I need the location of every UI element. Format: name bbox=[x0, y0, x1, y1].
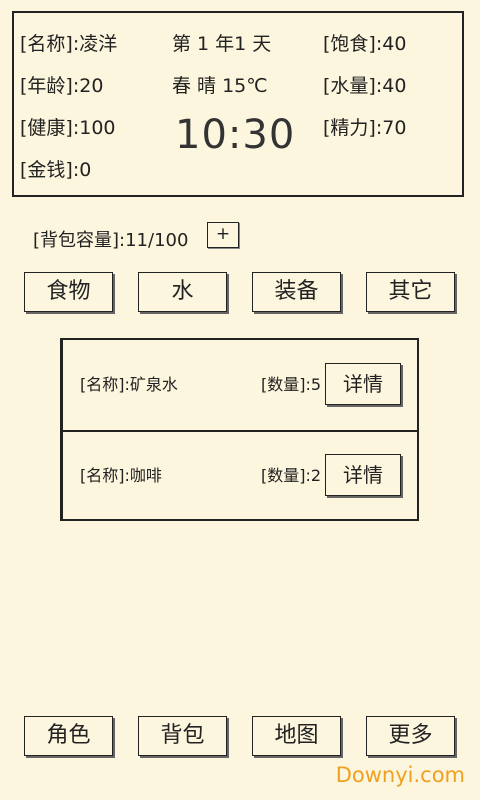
category-other-button[interactable]: 其它 bbox=[366, 272, 455, 312]
money-stat: [金钱]:0 bbox=[20, 159, 92, 181]
item-name: [名称]:矿泉水 bbox=[80, 375, 178, 394]
water-stat: [水量]:40 bbox=[323, 75, 407, 97]
nav-character-button[interactable]: 角色 bbox=[24, 716, 113, 756]
list-item: [名称]:矿泉水 [数量]:5 详情 bbox=[63, 340, 417, 432]
satiety-stat: [饱食]:40 bbox=[323, 33, 407, 55]
expand-bag-button[interactable]: + bbox=[207, 222, 239, 248]
nav-more-button[interactable]: 更多 bbox=[366, 716, 455, 756]
health-stat: [健康]:100 bbox=[20, 117, 116, 139]
item-name: [名称]:咖啡 bbox=[80, 466, 162, 485]
name-stat: [名称]:凌洋 bbox=[20, 33, 118, 55]
weather-stat: 春 晴 15℃ bbox=[172, 75, 268, 97]
watermark: Downyi.com bbox=[335, 763, 465, 787]
category-equipment-button[interactable]: 装备 bbox=[252, 272, 341, 312]
date-stat: 第 1 年1 天 bbox=[172, 33, 272, 55]
category-food-button[interactable]: 食物 bbox=[24, 272, 113, 312]
list-item: [名称]:咖啡 [数量]:2 详情 bbox=[63, 431, 417, 521]
item-quantity: [数量]:5 bbox=[261, 375, 322, 394]
item-list: [名称]:矿泉水 [数量]:5 详情 [名称]:咖啡 [数量]:2 详情 bbox=[60, 338, 419, 521]
item-detail-button[interactable]: 详情 bbox=[325, 363, 401, 405]
status-panel: [名称]:凌洋 第 1 年1 天 [饱食]:40 [年龄]:20 春 晴 15℃… bbox=[12, 11, 464, 197]
item-quantity: [数量]:2 bbox=[261, 466, 322, 485]
item-detail-button[interactable]: 详情 bbox=[325, 454, 401, 496]
nav-map-button[interactable]: 地图 bbox=[252, 716, 341, 756]
game-clock: 10:30 bbox=[175, 112, 296, 158]
bag-capacity: [背包容量]:11/100 bbox=[33, 230, 189, 251]
age-stat: [年龄]:20 bbox=[20, 75, 104, 97]
nav-backpack-button[interactable]: 背包 bbox=[138, 716, 227, 756]
category-water-button[interactable]: 水 bbox=[138, 272, 227, 312]
energy-stat: [精力]:70 bbox=[323, 117, 407, 139]
